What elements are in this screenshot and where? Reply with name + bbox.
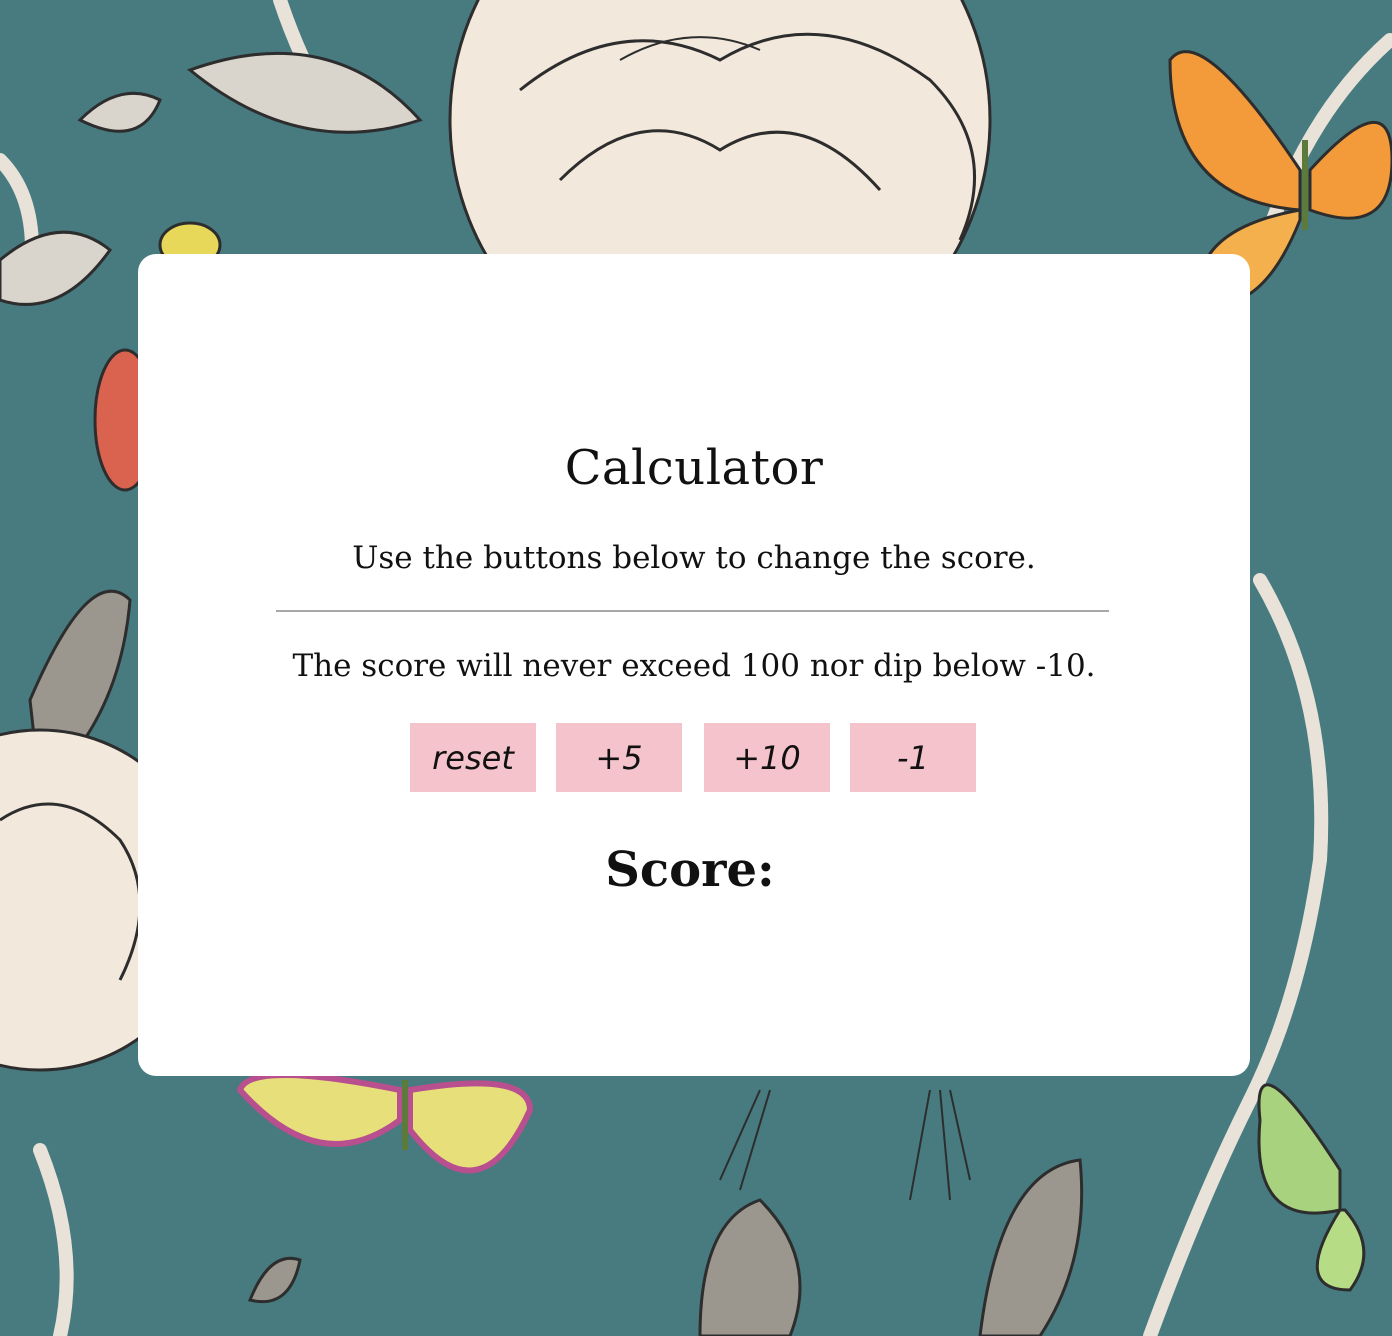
divider <box>276 610 1109 612</box>
plus-10-button[interactable]: +10 <box>704 723 830 792</box>
calculator-card: Calculator Use the buttons below to chan… <box>138 254 1250 1076</box>
minus-1-button[interactable]: -1 <box>850 723 976 792</box>
plus-5-button[interactable]: +5 <box>556 723 682 792</box>
button-row: reset +5 +10 -1 <box>410 723 976 792</box>
page-title: Calculator <box>564 440 824 496</box>
score-heading: Score: <box>138 842 1250 898</box>
reset-button[interactable]: reset <box>410 723 536 792</box>
score-label: Score: <box>605 842 775 898</box>
instructions-text: Use the buttons below to change the scor… <box>352 540 1036 576</box>
limits-note: The score will never exceed 100 nor dip … <box>292 648 1096 684</box>
